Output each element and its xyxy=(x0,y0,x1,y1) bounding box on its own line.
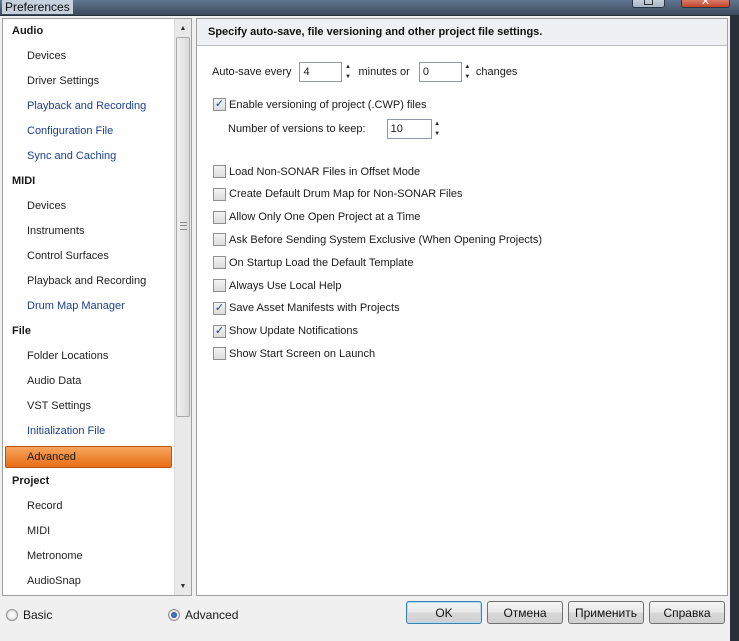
autosave-every-label: Auto-save every xyxy=(212,66,292,78)
versions-count-input[interactable]: 10 xyxy=(386,119,432,139)
option-row[interactable]: Show Start Screen on Launch xyxy=(213,347,376,361)
nav-item-devices[interactable]: Devices xyxy=(3,44,175,69)
autosave-changes-label: changes xyxy=(475,66,518,78)
autosave-row: Auto-save every 4 ▲ ▼ minutes or 0 ▲ ▼ cha… xyxy=(212,62,517,82)
autosave-changes-stepper[interactable]: 0 ▲ ▼ xyxy=(418,62,472,82)
option-row[interactable]: Create Default Drum Map for Non-SONAR Fi… xyxy=(213,187,463,201)
option-checkbox[interactable] xyxy=(213,279,226,292)
nav-item-control-surfaces[interactable]: Control Surfaces xyxy=(3,244,175,269)
restore-button[interactable] xyxy=(632,0,665,8)
versioning-label: Enable versioning of project (.CWP) file… xyxy=(229,98,427,111)
option-row[interactable]: Ask Before Sending System Exclusive (Whe… xyxy=(213,233,543,247)
option-row[interactable]: On Startup Load the Default Template xyxy=(213,256,414,270)
autosave-changes-input[interactable]: 0 xyxy=(418,62,462,82)
nav-item-sync-and-caching[interactable]: Sync and Caching xyxy=(3,144,175,169)
option-label: Show Update Notifications xyxy=(229,325,359,338)
nav-scrollbar[interactable]: ▲ ▼ xyxy=(174,19,191,595)
nav-item-configuration-file[interactable]: Configuration File xyxy=(3,119,175,144)
scroll-down-icon[interactable]: ▼ xyxy=(175,578,191,594)
nav-category-file[interactable]: File xyxy=(3,319,175,344)
nav-item-advanced[interactable]: Advanced xyxy=(5,446,172,468)
ok-button[interactable]: OK xyxy=(406,601,482,624)
advanced-radio[interactable] xyxy=(168,609,180,621)
spin-up-icon[interactable]: ▲ xyxy=(433,119,442,129)
option-checkbox[interactable] xyxy=(213,187,226,201)
backdrop-edge xyxy=(730,16,739,641)
option-checkbox[interactable] xyxy=(213,165,226,178)
nav-category-midi[interactable]: MIDI xyxy=(3,169,175,194)
versioning-row[interactable]: ✓ Enable versioning of project (.CWP) fi… xyxy=(213,98,426,111)
autosave-minutes-label: minutes or xyxy=(358,66,410,78)
option-label: Ask Before Sending System Exclusive (Whe… xyxy=(229,233,543,246)
spin-up-icon[interactable]: ▲ xyxy=(343,62,352,72)
option-label: Show Start Screen on Launch xyxy=(229,347,376,360)
option-label: Create Default Drum Map for Non-SONAR Fi… xyxy=(229,188,463,201)
nav-item-playback-and-recording[interactable]: Playback and Recording xyxy=(3,94,175,119)
nav-item-folder-locations[interactable]: Folder Locations xyxy=(3,344,175,369)
apply-button[interactable]: Применить xyxy=(568,601,644,624)
basic-radio[interactable] xyxy=(6,609,18,621)
option-label: Always Use Local Help xyxy=(229,279,342,292)
mode-advanced[interactable]: Advanced xyxy=(168,608,238,622)
versions-count-stepper[interactable]: 10 ▲ ▼ xyxy=(386,119,442,139)
nav-list: Audio Devices Driver Settings Playback and … xyxy=(3,19,175,594)
option-checkbox[interactable] xyxy=(213,210,226,224)
window-title: Preferences xyxy=(2,0,73,14)
option-checkbox[interactable]: ✓ xyxy=(213,324,226,338)
autosave-minutes-stepper[interactable]: 4 ▲ ▼ xyxy=(299,62,352,82)
spin-up-icon[interactable]: ▲ xyxy=(463,62,472,72)
panel-header: Specify auto-save, file versioning and o… xyxy=(197,19,727,46)
nav-category-project[interactable]: Project xyxy=(3,469,175,494)
option-row[interactable]: Allow Only One Open Project at a Time xyxy=(213,210,421,224)
close-button[interactable]: ✕ xyxy=(681,0,730,8)
settings-panel: Specify auto-save, file versioning and o… xyxy=(196,18,728,596)
preferences-navigation: Audio Devices Driver Settings Playback and … xyxy=(2,18,192,596)
option-checkbox[interactable] xyxy=(213,347,226,361)
nav-category-audio[interactable]: Audio xyxy=(3,19,175,44)
autosave-minutes-input[interactable]: 4 xyxy=(299,62,343,82)
option-checkbox[interactable] xyxy=(213,233,226,247)
title-bar: Preferences ✕ xyxy=(0,0,739,16)
option-row[interactable]: Load Non-SONAR Files in Offset Mode xyxy=(213,165,420,178)
option-checkbox[interactable]: ✓ xyxy=(213,301,226,315)
option-row[interactable]: ✓ Show Update Notifications xyxy=(213,324,359,338)
advanced-label: Advanced xyxy=(185,608,239,622)
spin-down-icon[interactable]: ▼ xyxy=(343,72,352,82)
versions-count-row: Number of versions to keep: 10 ▲ ▼ xyxy=(228,119,442,139)
nav-item-playback-and-recording[interactable]: Playback and Recording xyxy=(3,269,175,294)
nav-item-devices[interactable]: Devices xyxy=(3,194,175,219)
option-label: Allow Only One Open Project at a Time xyxy=(229,211,421,224)
nav-item-record[interactable]: Record xyxy=(3,494,175,519)
nav-item-audio-data[interactable]: Audio Data xyxy=(3,369,175,394)
option-label: Load Non-SONAR Files in Offset Mode xyxy=(229,165,421,178)
nav-item-midi[interactable]: MIDI xyxy=(3,519,175,544)
basic-label: Basic xyxy=(23,608,53,622)
grip-icon xyxy=(180,222,187,230)
nav-item-initialization-file[interactable]: Initialization File xyxy=(3,419,175,444)
scroll-up-icon[interactable]: ▲ xyxy=(175,20,191,36)
nav-item-instruments[interactable]: Instruments xyxy=(3,219,175,244)
option-checkbox[interactable] xyxy=(213,256,226,270)
nav-item-metronome[interactable]: Metronome xyxy=(3,544,175,569)
option-label: Save Asset Manifests with Projects xyxy=(229,302,400,315)
nav-item-audiosnap[interactable]: AudioSnap xyxy=(3,569,175,594)
option-row[interactable]: Always Use Local Help xyxy=(213,279,342,292)
spin-down-icon[interactable]: ▼ xyxy=(463,72,472,82)
versions-count-label: Number of versions to keep: xyxy=(228,123,366,135)
close-icon: ✕ xyxy=(700,0,711,8)
restore-icon xyxy=(644,0,653,5)
help-button[interactable]: Справка xyxy=(649,601,725,624)
preferences-window: Audio Devices Driver Settings Playback and … xyxy=(0,16,739,641)
versioning-checkbox[interactable]: ✓ xyxy=(213,98,226,111)
scroll-thumb[interactable] xyxy=(176,37,190,417)
spin-down-icon[interactable]: ▼ xyxy=(433,129,442,139)
option-label: On Startup Load the Default Template xyxy=(229,256,414,269)
cancel-button[interactable]: Отмена xyxy=(487,601,563,624)
nav-item-driver-settings[interactable]: Driver Settings xyxy=(3,69,175,94)
nav-item-vst-settings[interactable]: VST Settings xyxy=(3,394,175,419)
nav-item-drum-map-manager[interactable]: Drum Map Manager xyxy=(3,294,175,319)
mode-basic[interactable]: Basic xyxy=(6,608,52,622)
option-row[interactable]: ✓ Save Asset Manifests with Projects xyxy=(213,301,400,315)
